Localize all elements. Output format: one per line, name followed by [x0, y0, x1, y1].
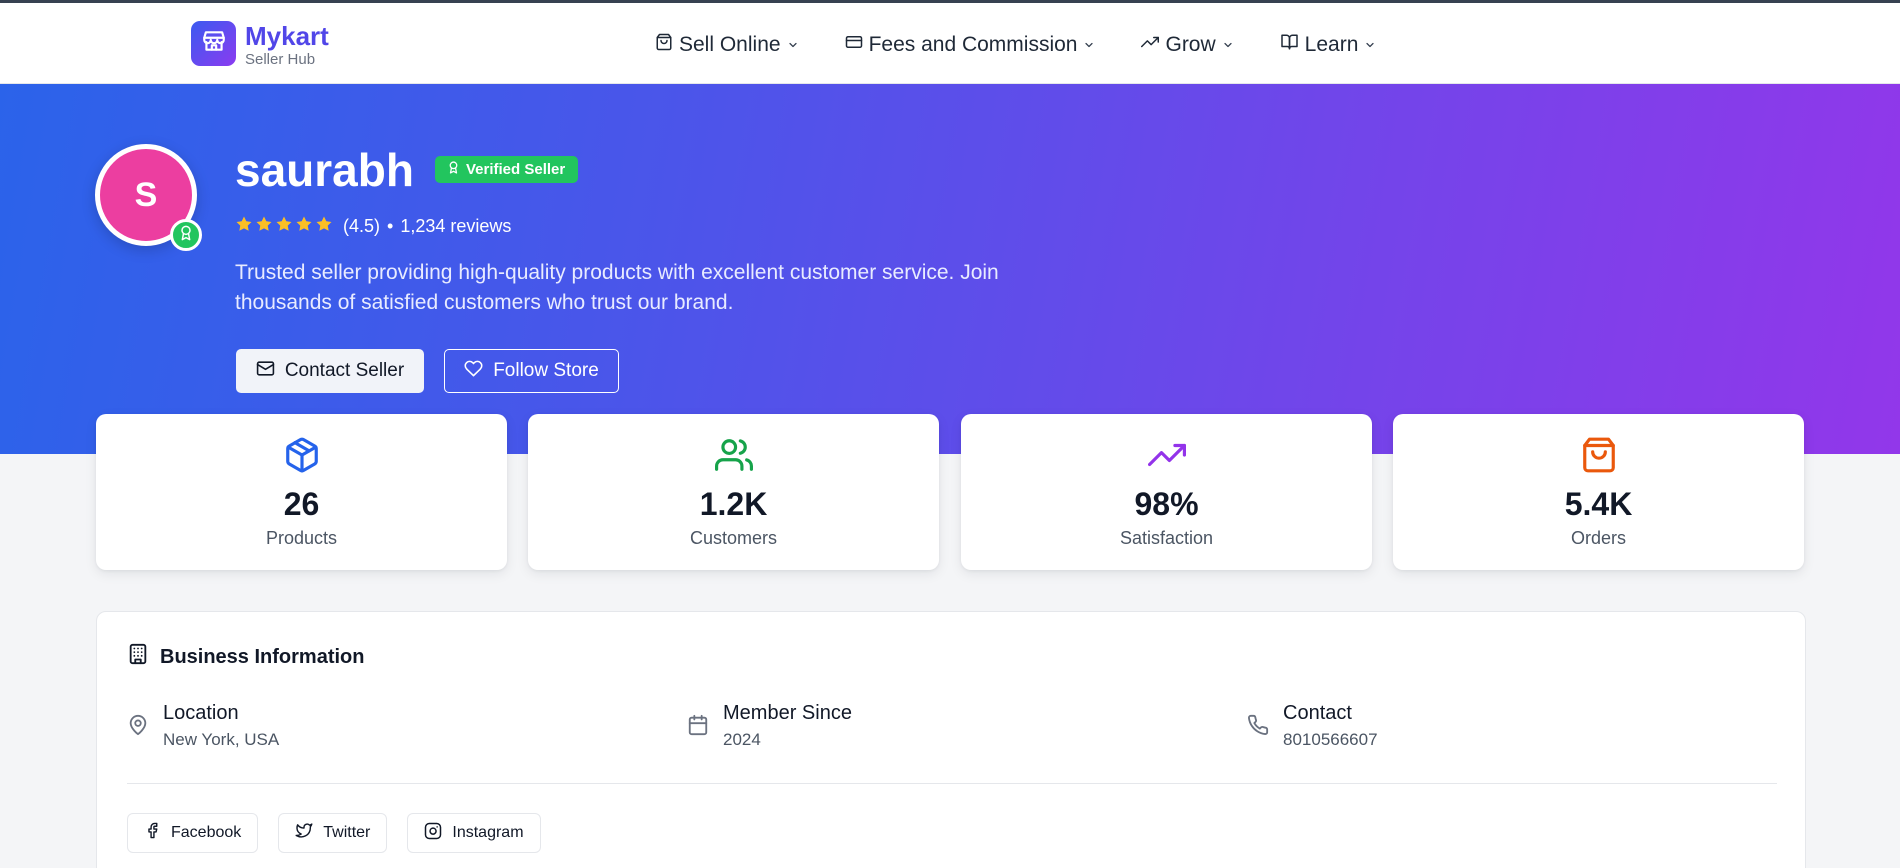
star-icon: [235, 215, 253, 238]
book-open-icon: [1280, 33, 1299, 57]
location-info: Location New York, USA: [127, 700, 279, 753]
chevron-down-icon: [1222, 33, 1234, 57]
stat-label: Products: [265, 528, 338, 548]
business-information-header: Business Information: [127, 642, 364, 672]
facebook-link[interactable]: Facebook: [127, 813, 259, 853]
contact-info: Contact 8010566607: [1247, 700, 1378, 753]
package-icon: [283, 436, 321, 479]
map-pin-icon: [127, 700, 149, 753]
stat-card-satisfaction: 98% Satisfaction: [961, 414, 1372, 570]
twitter-link[interactable]: Twitter: [278, 813, 388, 853]
trending-up-icon: [1141, 33, 1160, 57]
stat-card-orders: 5.4K Orders: [1393, 414, 1804, 570]
main-menu: Sell Online Fees and Commission Grow Lea…: [655, 30, 1422, 60]
instagram-link[interactable]: Instagram: [407, 813, 541, 853]
stat-label: Customers: [689, 528, 778, 548]
stat-label: Orders: [1570, 528, 1626, 548]
nav-learn[interactable]: Learn: [1280, 33, 1377, 57]
shopping-bag-icon: [655, 33, 673, 57]
facebook-label: Facebook: [171, 824, 242, 841]
users-icon: [714, 436, 753, 479]
stat-value: 98%: [1134, 486, 1199, 522]
verified-seller-badge: Verified Seller: [435, 156, 579, 183]
contact-seller-label: Contact Seller: [284, 360, 405, 381]
stat-value: 26: [283, 486, 320, 522]
facebook-icon: [144, 822, 161, 844]
nav-fees-commission-label: Fees and Commission: [868, 33, 1078, 56]
follow-store-label: Follow Store: [493, 360, 599, 381]
contact-value[interactable]: 8010566607: [1283, 727, 1378, 753]
rating-separator: •: [387, 215, 394, 236]
stat-card-customers: 1.2K Customers: [528, 414, 939, 570]
rating-row: (4.5) • 1,234 reviews: [235, 214, 511, 238]
rating-value: (4.5): [343, 215, 381, 236]
nav-grow-label: Grow: [1165, 33, 1216, 56]
phone-icon: [1247, 700, 1269, 753]
location-label: Location: [163, 702, 239, 724]
follow-store-button[interactable]: Follow Store: [444, 349, 619, 393]
business-information-title: Business Information: [160, 645, 365, 668]
credit-card-icon: [845, 33, 863, 57]
section-divider: [127, 783, 1777, 784]
member-since-value: 2024: [723, 730, 761, 749]
nav-learn-label: Learn: [1304, 33, 1359, 56]
avatar-verified-badge: [170, 219, 202, 251]
member-since-label: Member Since: [723, 702, 852, 724]
trending-up-icon: [1147, 436, 1186, 479]
brand-subtitle: Seller Hub: [245, 51, 316, 68]
star-icon: [295, 215, 313, 238]
chevron-down-icon: [1083, 33, 1095, 57]
nav-fees-commission[interactable]: Fees and Commission: [845, 33, 1096, 57]
award-icon: [178, 225, 194, 246]
stat-value: 5.4K: [1564, 486, 1633, 522]
heart-icon: [464, 359, 483, 384]
star-icon: [315, 215, 333, 238]
logo-mark[interactable]: [191, 21, 236, 66]
stat-card-products: 26 Products: [96, 414, 507, 570]
seller-name: saurabh: [235, 144, 414, 196]
contact-label: Contact: [1283, 702, 1352, 724]
nav-sell-online-label: Sell Online: [679, 33, 781, 56]
instagram-label: Instagram: [452, 824, 524, 841]
chevron-down-icon: [1364, 33, 1376, 57]
business-information-card: Business Information Location New York, …: [96, 611, 1806, 868]
calendar-icon: [687, 700, 709, 753]
star-icon: [275, 215, 293, 238]
stat-label: Satisfaction: [1119, 528, 1214, 548]
seller-description: Trusted seller providing high-quality pr…: [235, 261, 999, 314]
top-navigation: Mykart Seller Hub Sell Online Fees and C…: [0, 3, 1900, 84]
mail-icon: [256, 359, 275, 384]
social-links: Facebook Twitter Instagram: [127, 813, 541, 853]
store-icon: [201, 28, 227, 59]
location-value: New York, USA: [163, 730, 280, 749]
twitter-icon: [295, 822, 313, 844]
stat-value: 1.2K: [699, 486, 768, 522]
building-icon: [127, 642, 149, 672]
star-rating: [235, 215, 333, 238]
award-icon: [447, 161, 460, 178]
review-count[interactable]: 1,234 reviews: [400, 216, 511, 237]
twitter-label: Twitter: [323, 824, 371, 841]
brand-name[interactable]: Mykart: [245, 22, 329, 50]
shopping-bag-icon: [1580, 436, 1618, 479]
instagram-icon: [424, 822, 442, 845]
star-icon: [255, 215, 273, 238]
avatar-initial: S: [134, 175, 158, 214]
contact-seller-button[interactable]: Contact Seller: [236, 349, 424, 393]
nav-sell-online[interactable]: Sell Online: [655, 33, 799, 57]
member-since-info: Member Since 2024: [687, 700, 852, 753]
nav-grow[interactable]: Grow: [1141, 33, 1233, 57]
chevron-down-icon: [787, 33, 799, 57]
verified-seller-label: Verified Seller: [466, 161, 566, 178]
